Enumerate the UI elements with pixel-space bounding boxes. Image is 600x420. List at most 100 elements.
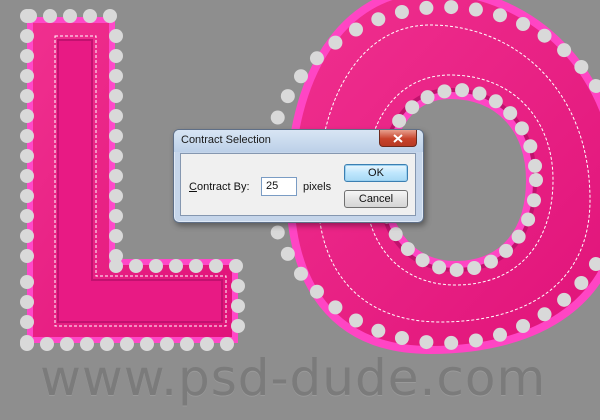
border-dot	[371, 323, 386, 338]
border-dot	[20, 249, 34, 263]
border-dot	[527, 193, 542, 208]
border-dot	[537, 28, 552, 43]
border-dot	[499, 243, 514, 258]
border-dot	[109, 49, 123, 63]
border-dot	[63, 9, 77, 23]
border-dot	[415, 253, 430, 268]
border-dot	[293, 69, 308, 84]
border-dot	[437, 84, 452, 99]
border-dot	[20, 275, 34, 289]
border-dot	[20, 89, 34, 103]
border-dot	[169, 259, 183, 273]
border-dot	[231, 279, 245, 293]
border-dot	[209, 259, 223, 273]
dialog-body: Contract By: 25 pixels OK Cancel	[180, 153, 416, 216]
dialog-title: Contract Selection	[181, 134, 271, 146]
border-dot	[20, 295, 34, 309]
border-dot	[514, 121, 529, 136]
border-dot	[449, 262, 464, 277]
border-dot	[20, 149, 34, 163]
border-dot	[529, 173, 543, 187]
border-dot	[109, 259, 123, 273]
border-dot	[309, 51, 324, 66]
border-dot	[516, 318, 531, 333]
watermark-text: www.psd-dude.com	[40, 349, 547, 407]
border-dot	[109, 189, 123, 203]
border-dot	[231, 299, 245, 313]
border-dot	[270, 225, 285, 240]
border-dot	[468, 333, 483, 348]
border-dot	[349, 22, 363, 37]
border-dot	[129, 259, 143, 273]
border-dot	[20, 209, 34, 223]
ok-button[interactable]: OK	[344, 164, 408, 182]
border-dot	[231, 319, 245, 333]
border-dot	[20, 335, 34, 349]
border-dot	[455, 83, 470, 98]
border-dot	[537, 307, 552, 322]
border-dot	[557, 43, 572, 58]
border-dot	[109, 149, 123, 163]
border-dot	[493, 8, 508, 23]
border-dot	[467, 261, 482, 276]
border-dot	[83, 9, 97, 23]
border-dot	[528, 158, 543, 173]
border-dot	[419, 335, 434, 350]
border-dot	[400, 241, 415, 256]
close-button[interactable]	[379, 130, 417, 147]
border-dot	[328, 300, 343, 315]
border-dot	[20, 109, 34, 123]
border-dot	[574, 275, 589, 290]
border-dot	[511, 229, 526, 244]
border-dot	[349, 313, 363, 328]
border-dot	[503, 106, 518, 121]
border-dot	[420, 90, 435, 105]
border-dot	[432, 260, 447, 275]
contract-by-mnemonic: C	[189, 181, 197, 193]
pixels-unit-label: pixels	[303, 181, 332, 193]
border-dot	[109, 229, 123, 243]
border-dot	[523, 139, 538, 154]
contract-by-label: Contract By:	[189, 181, 250, 193]
border-dot	[293, 266, 308, 281]
border-dot	[405, 100, 420, 115]
dialog-titlebar[interactable]: Contract Selection	[174, 130, 423, 152]
border-dot	[109, 89, 123, 103]
border-dot	[516, 17, 531, 32]
border-dot	[20, 49, 34, 63]
border-dot	[20, 129, 34, 143]
border-dot	[229, 259, 243, 273]
border-dot	[270, 110, 285, 125]
border-dot	[280, 246, 295, 261]
border-dot	[371, 12, 386, 27]
close-icon	[393, 133, 403, 143]
border-dot	[20, 29, 34, 43]
border-dot	[394, 4, 409, 19]
border-dot	[419, 0, 434, 15]
border-dot	[103, 9, 117, 23]
border-dot	[109, 169, 123, 183]
contract-selection-dialog: Contract Selection Contract By: 25 pixel…	[173, 129, 424, 223]
border-dot	[20, 9, 34, 23]
border-dot	[521, 212, 536, 227]
border-dot	[20, 69, 34, 83]
border-dot	[20, 229, 34, 243]
border-dot	[472, 86, 487, 101]
border-dot	[20, 315, 34, 329]
border-dot	[468, 2, 483, 17]
border-dot	[557, 292, 572, 307]
border-dot	[109, 109, 123, 123]
border-dot	[392, 113, 407, 128]
cancel-button[interactable]: Cancel	[344, 190, 408, 208]
border-dot	[394, 331, 409, 346]
border-dot	[493, 327, 508, 342]
border-dot	[309, 284, 324, 299]
border-dot	[109, 129, 123, 143]
border-dot	[488, 94, 503, 109]
contract-by-input[interactable]: 25	[261, 177, 297, 196]
border-dot	[109, 209, 123, 223]
border-dot	[189, 259, 203, 273]
border-dot	[20, 189, 34, 203]
border-dot	[388, 227, 403, 242]
border-dot	[483, 254, 498, 269]
